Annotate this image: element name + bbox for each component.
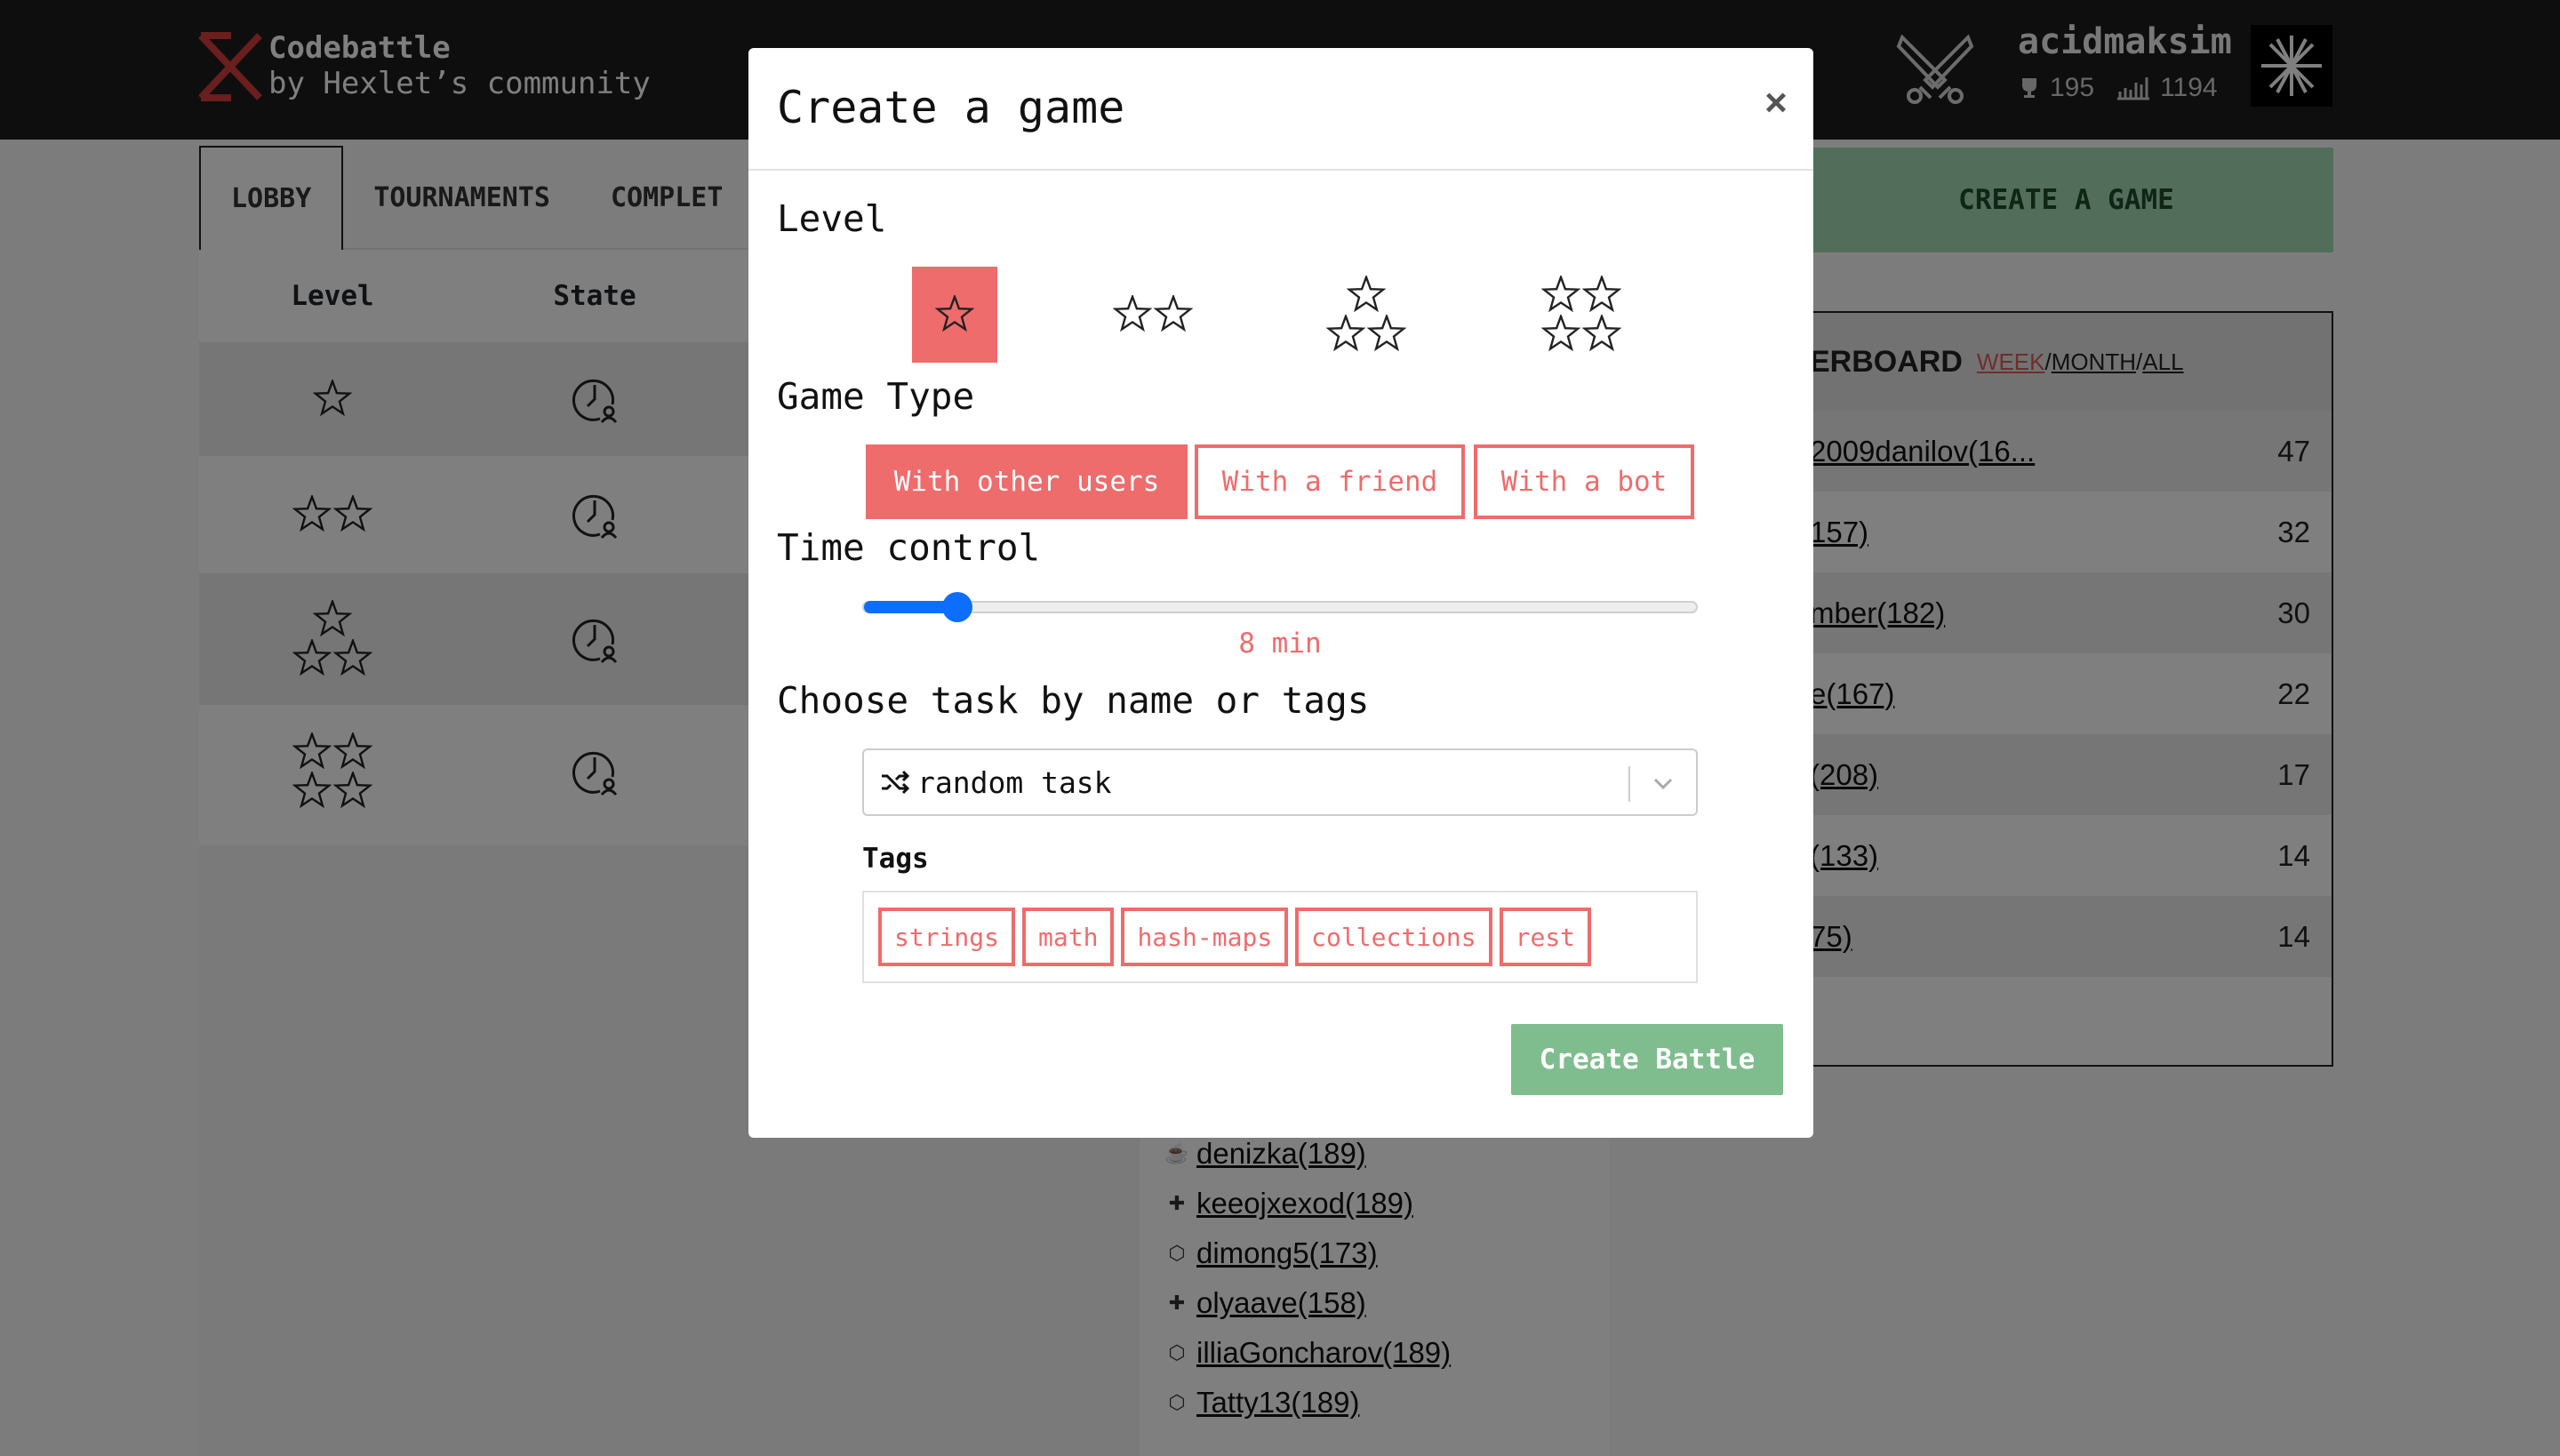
tag-hash-maps[interactable]: hash-maps (1121, 908, 1289, 966)
star-icon (1347, 276, 1386, 313)
slider-thumb[interactable] (942, 592, 972, 622)
star-icon (1154, 295, 1193, 332)
time-control-slider[interactable] (862, 592, 1698, 622)
star-icon (1541, 315, 1580, 352)
modal-title: Create a game (777, 82, 1125, 133)
create-game-modal: Create a game × Level Game Type With oth… (748, 48, 1813, 1138)
star-icon (1541, 276, 1580, 313)
level-label: Level (777, 197, 887, 240)
task-select[interactable]: random task (862, 748, 1698, 816)
game-type-other-users[interactable]: With other users (866, 444, 1188, 519)
star-icon (1367, 315, 1406, 352)
tag-collections[interactable]: collections (1295, 908, 1492, 966)
level-option-easy[interactable] (1109, 267, 1196, 363)
close-button[interactable]: × (1755, 81, 1797, 124)
level-option-hard[interactable] (1538, 267, 1625, 363)
star-icon (1582, 315, 1621, 352)
tag-math[interactable]: math (1022, 908, 1115, 966)
tags-list: strings math hash-maps collections rest (862, 891, 1698, 983)
tags-label: Tags (862, 843, 929, 875)
task-select-value: random task (917, 764, 1112, 800)
modal-header: Create a game × (748, 48, 1813, 171)
star-icon (1113, 295, 1152, 332)
chevron-down-icon[interactable] (1650, 770, 1676, 796)
time-control-label: Time control (777, 526, 1041, 569)
task-choice-label: Choose task by name or tags (777, 679, 1370, 722)
game-type-friend[interactable]: With a friend (1195, 444, 1465, 519)
star-icon (1582, 276, 1621, 313)
game-type-bot[interactable]: With a bot (1474, 444, 1694, 519)
level-option-medium[interactable] (1323, 267, 1410, 363)
tag-rest[interactable]: rest (1499, 908, 1592, 966)
tag-strings[interactable]: strings (878, 908, 1016, 966)
star-icon (935, 295, 974, 332)
time-control-value: 8 min (1238, 628, 1322, 660)
level-option-elementary[interactable] (912, 267, 997, 363)
create-battle-button[interactable]: Create Battle (1511, 1024, 1783, 1095)
star-icon (1326, 315, 1365, 352)
shuffle-icon (882, 770, 910, 795)
select-divider (1628, 766, 1630, 802)
game-type-label: Game Type (777, 375, 975, 418)
